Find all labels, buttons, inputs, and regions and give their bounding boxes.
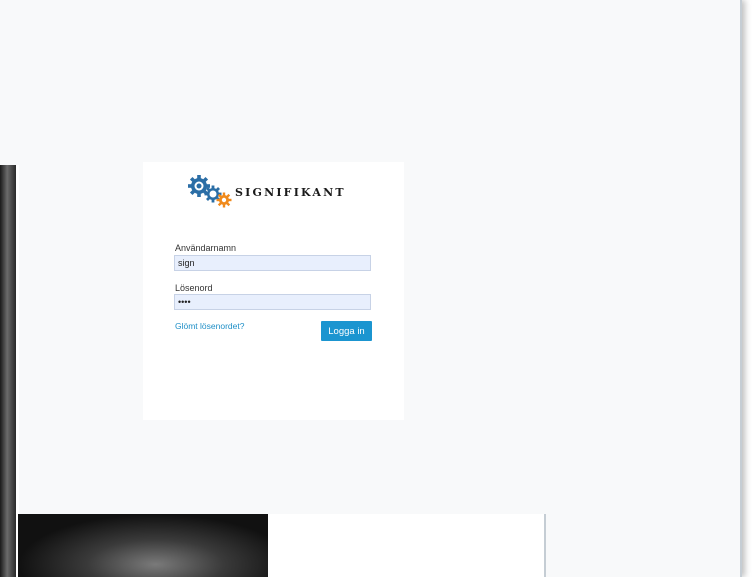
password-field[interactable]: [174, 294, 371, 310]
username-field[interactable]: [174, 255, 371, 271]
gears-icon: [188, 175, 232, 208]
login-card: SIGNIFIKANT Användarnamn Lösenord Glömt …: [143, 162, 404, 420]
app-window: SIGNIFIKANT Användarnamn Lösenord Glömt …: [0, 0, 742, 577]
background-photo-bottom: [18, 514, 268, 577]
brand-logo: SIGNIFIKANT: [187, 174, 367, 210]
password-label: Lösenord: [175, 283, 213, 293]
brand-name: SIGNIFIKANT: [235, 185, 346, 199]
login-button[interactable]: Logga in: [321, 321, 372, 341]
username-label: Användarnamn: [175, 243, 237, 253]
background-panel: [268, 514, 546, 577]
forgot-password-link[interactable]: Glömt lösenordet?: [175, 321, 244, 331]
background-photo: [0, 165, 19, 577]
